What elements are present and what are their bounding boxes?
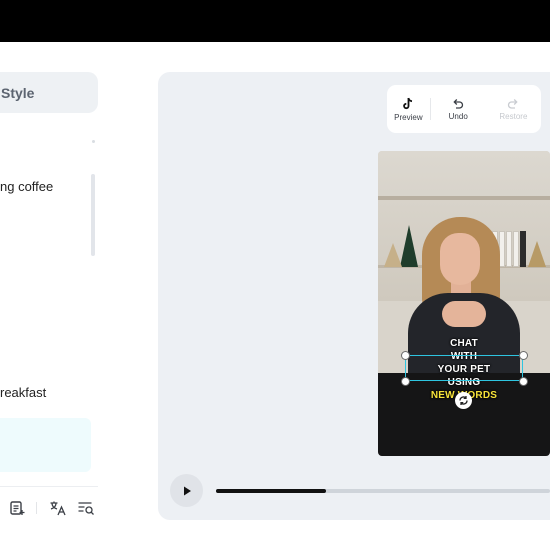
video-decor: [520, 231, 526, 267]
top-bar: [0, 0, 550, 42]
playback-progress-bar[interactable]: [216, 489, 550, 493]
active-transcript-row[interactable]: [0, 418, 91, 472]
play-icon: [183, 486, 191, 495]
resize-handle[interactable]: [519, 351, 528, 360]
resize-handle[interactable]: [519, 377, 528, 386]
toolbar-separator: [36, 502, 37, 514]
resize-handle[interactable]: [401, 351, 410, 360]
transcript-line[interactable]: reakfast: [0, 385, 46, 400]
tab-style-label: Style: [1, 84, 35, 101]
scrollbar[interactable]: [91, 174, 95, 256]
transcript-line[interactable]: ng coffee: [0, 179, 53, 194]
tab-style[interactable]: Style: [0, 72, 98, 113]
scroll-indicator: [92, 140, 95, 143]
video-decor: [384, 243, 402, 267]
toolbar-divider: [0, 486, 98, 487]
playback-progress-fill: [216, 489, 327, 493]
video-decor: [528, 241, 546, 267]
undo-label: Undo: [448, 111, 468, 121]
caption-line[interactable]: CHAT: [378, 338, 550, 349]
caption-selection-box[interactable]: [405, 355, 523, 381]
video-decor: [513, 231, 519, 267]
video-person: [440, 233, 480, 285]
restore-label: Restore: [499, 111, 528, 121]
redo-icon: [508, 98, 519, 109]
document-list-icon[interactable]: [8, 499, 26, 517]
resize-handle[interactable]: [401, 377, 410, 386]
video-person: [442, 301, 486, 327]
preview-label: Preview: [394, 112, 423, 122]
search-list-icon[interactable]: [77, 499, 95, 517]
preview-button[interactable]: Preview: [387, 85, 430, 133]
rotate-handle[interactable]: [455, 392, 472, 409]
restore-button[interactable]: Restore: [486, 85, 541, 133]
video-shelf: [378, 196, 550, 200]
video-preview[interactable]: [378, 151, 550, 456]
rotate-icon: [459, 396, 468, 405]
undo-icon: [453, 98, 464, 109]
tiktok-icon: [403, 97, 413, 109]
video-decor: [400, 225, 418, 267]
undo-button[interactable]: Undo: [431, 85, 486, 133]
play-button[interactable]: [170, 474, 203, 507]
video-decor: [506, 231, 512, 267]
translate-icon[interactable]: [49, 499, 67, 517]
action-bar: Preview Undo Restore: [387, 85, 541, 133]
